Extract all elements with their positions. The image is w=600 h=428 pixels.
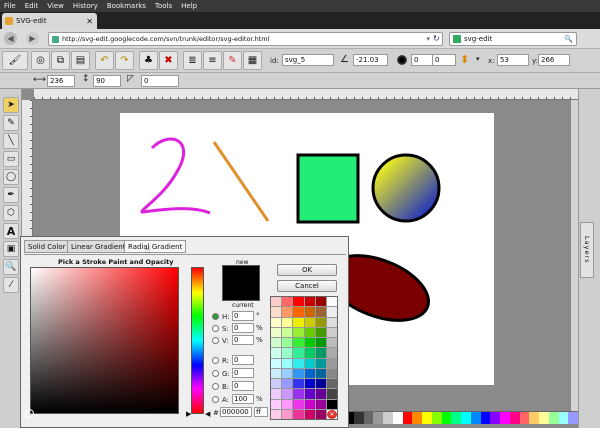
field-input-v[interactable]: 0 (232, 335, 254, 345)
field-input-s[interactable]: 0 (232, 323, 254, 333)
field-unit-a: % (256, 395, 263, 403)
field-input-b[interactable]: 0 (232, 381, 254, 391)
hue-arrow-left-icon[interactable]: ▶ (186, 410, 191, 418)
field-label-s: S: (222, 325, 229, 333)
radio-b[interactable] (212, 383, 219, 390)
cancel-button[interactable]: Cancel (277, 280, 337, 292)
field-input-g[interactable]: 0 (232, 368, 254, 378)
saturation-value-field[interactable] (30, 267, 179, 414)
field-unit-v: % (256, 336, 263, 344)
current-color-label: current (232, 302, 254, 309)
tab-linear-gradient[interactable]: Linear Gradient (67, 240, 130, 253)
gradient-circle[interactable] (371, 153, 441, 223)
hex-input[interactable]: 000000 (220, 407, 252, 417)
hue-arrow-right-icon[interactable]: ◀ (205, 410, 210, 418)
field-label-h: H: (222, 313, 230, 321)
hex-alpha-input[interactable]: ff (254, 407, 268, 417)
ok-button[interactable]: OK (277, 264, 337, 276)
radio-g[interactable] (212, 370, 219, 377)
tab-divider (24, 254, 346, 255)
field-label-g: G: (222, 370, 230, 378)
green-rectangle[interactable] (296, 153, 360, 224)
field-input-h[interactable]: 0 (232, 311, 254, 321)
layers-tab[interactable]: Layers (580, 222, 594, 278)
tab-radial-gradient[interactable]: Radial Gradient (124, 240, 187, 253)
quick-swatches[interactable]: ✕ (270, 296, 338, 420)
new-color-swatch (222, 265, 260, 301)
radio-s[interactable] (212, 325, 219, 332)
radio-h[interactable] (212, 313, 219, 320)
tab-solid-color[interactable]: Solid Color (24, 240, 70, 253)
field-unit-s: % (256, 324, 263, 332)
orange-line[interactable] (212, 141, 270, 222)
radio-v[interactable] (212, 337, 219, 344)
field-input-a[interactable]: 100 (232, 394, 254, 404)
freehand-path[interactable] (140, 137, 211, 215)
field-label-v: V: (222, 337, 229, 345)
radio-a[interactable] (212, 396, 219, 403)
color-palette-strip[interactable] (344, 411, 578, 424)
hue-slider[interactable] (191, 267, 204, 414)
field-label-r: R: (222, 357, 230, 365)
picker-heading: Pick a Stroke Paint and Opacity (58, 258, 174, 266)
field-label-a: A: (222, 396, 230, 404)
field-unit-h: ° (256, 312, 260, 320)
field-label-b: B: (222, 383, 230, 391)
radio-r[interactable] (212, 357, 219, 364)
sv-cursor[interactable] (25, 409, 34, 418)
field-input-r[interactable]: 0 (232, 355, 254, 365)
